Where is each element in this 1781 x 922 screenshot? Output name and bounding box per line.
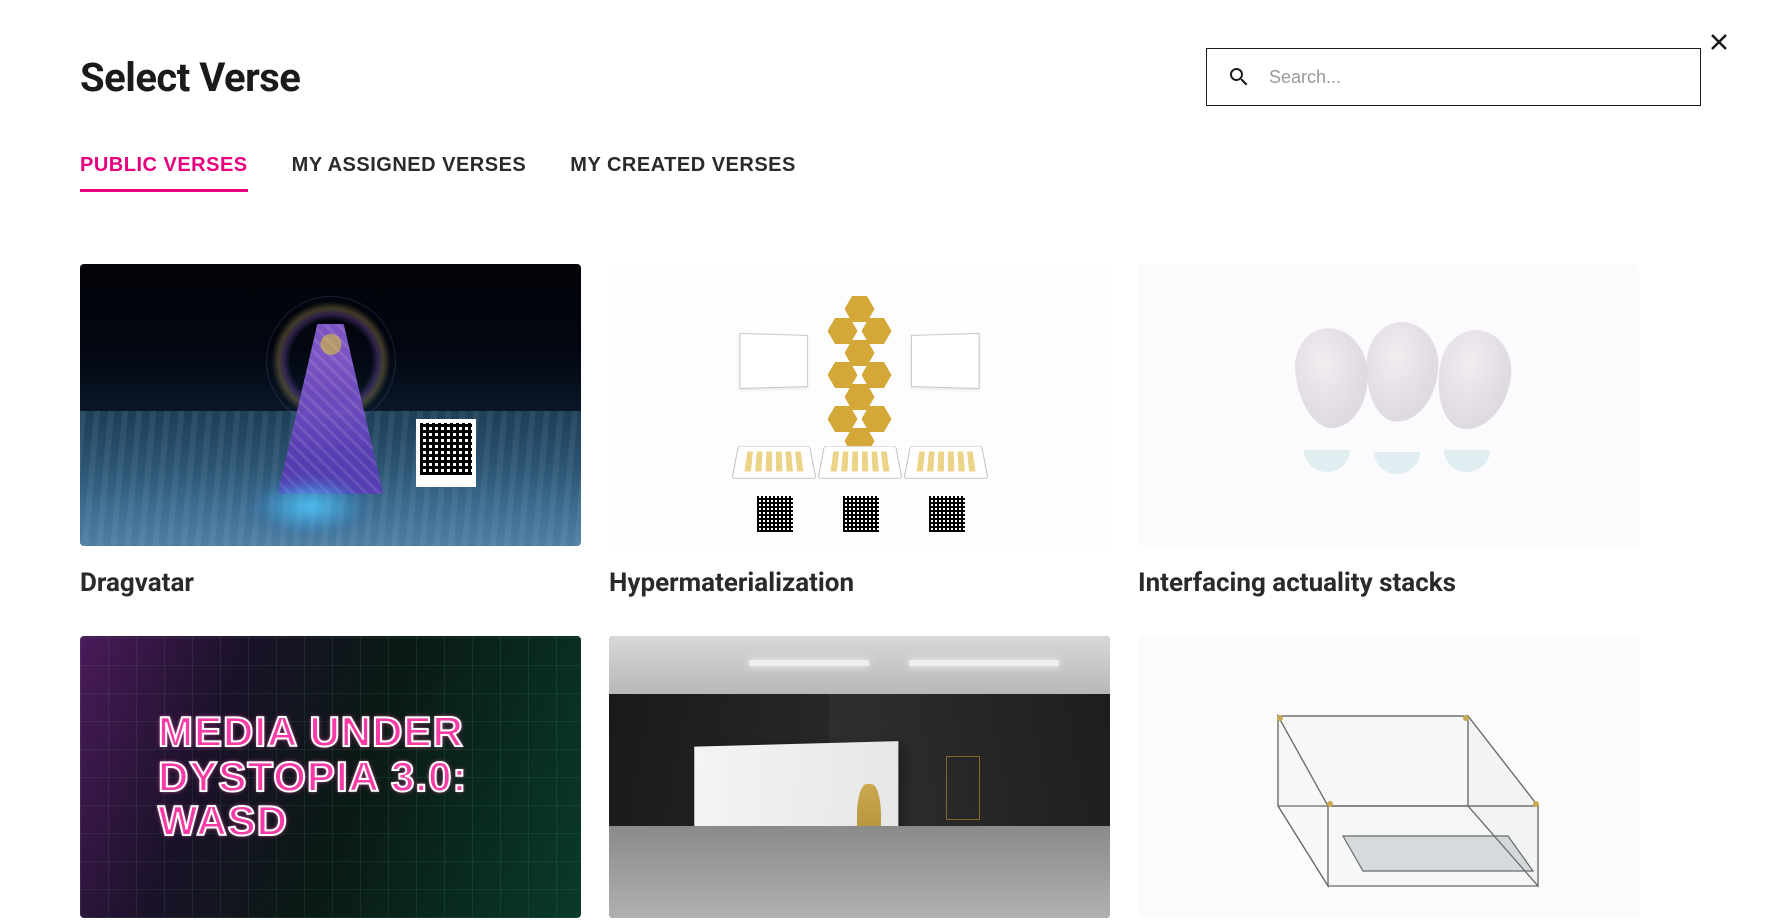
search-icon bbox=[1227, 65, 1251, 89]
verse-thumbnail bbox=[609, 636, 1110, 918]
qr-code-icon bbox=[929, 496, 965, 532]
verse-title: Hypermaterialization bbox=[609, 568, 1110, 598]
verse-thumbnail bbox=[609, 264, 1110, 546]
verse-thumbnail bbox=[1138, 264, 1639, 546]
verse-thumbnail bbox=[80, 264, 581, 546]
verse-card-glass-box[interactable] bbox=[1138, 636, 1639, 918]
page-title: Select Verse bbox=[80, 54, 300, 101]
qr-code-icon bbox=[757, 496, 793, 532]
qr-code-icon bbox=[416, 419, 476, 487]
qr-code-icon bbox=[843, 496, 879, 532]
header-row: Select Verse bbox=[80, 48, 1701, 106]
verse-title: Interfacing actuality stacks bbox=[1138, 568, 1639, 598]
wireframe-box-icon bbox=[1138, 636, 1639, 918]
verse-grid: Dragvatar bbox=[80, 264, 1701, 918]
verse-thumbnail: MEDIA UNDER DYSTOPIA 3.0: WASD bbox=[80, 636, 581, 918]
search-input[interactable] bbox=[1251, 67, 1680, 88]
verse-card-media-under-dystopia[interactable]: MEDIA UNDER DYSTOPIA 3.0: WASD bbox=[80, 636, 581, 918]
close-icon bbox=[1707, 30, 1731, 54]
close-button[interactable] bbox=[1699, 22, 1739, 62]
tabs: PUBLIC VERSES MY ASSIGNED VERSES MY CREA… bbox=[80, 154, 1701, 192]
tab-public-verses[interactable]: PUBLIC VERSES bbox=[80, 154, 248, 192]
verse-thumbnail bbox=[1138, 636, 1639, 918]
verse-card-hypermaterialization[interactable]: Hypermaterialization bbox=[609, 264, 1110, 598]
verse-card-interfacing-actuality-stacks[interactable]: Interfacing actuality stacks bbox=[1138, 264, 1639, 598]
verse-thumbnail-text: MEDIA UNDER DYSTOPIA 3.0: WASD bbox=[80, 710, 507, 844]
verse-card-gallery-room[interactable] bbox=[609, 636, 1110, 918]
tab-my-created-verses[interactable]: MY CREATED VERSES bbox=[570, 154, 796, 192]
tab-my-assigned-verses[interactable]: MY ASSIGNED VERSES bbox=[292, 154, 527, 192]
search-field-wrap[interactable] bbox=[1206, 48, 1701, 106]
verse-title: Dragvatar bbox=[80, 568, 581, 598]
verse-card-dragvatar[interactable]: Dragvatar bbox=[80, 264, 581, 598]
content-container: Select Verse PUBLIC VERSES MY ASSIGNED V… bbox=[0, 0, 1781, 918]
